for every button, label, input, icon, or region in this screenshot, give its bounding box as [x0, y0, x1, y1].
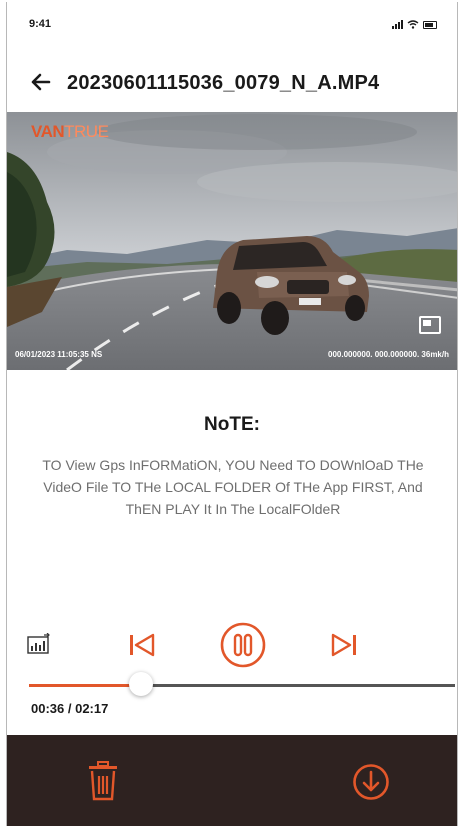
brand-logo-part1: VAN [31, 122, 65, 141]
header: 20230601115036_0079_N_A.MP4 [7, 64, 457, 104]
video-gps-speed-overlay: 000.000000. 000.000000. 36mk/h [328, 350, 449, 359]
trash-icon[interactable] [87, 761, 119, 801]
stats-chart-icon[interactable] [27, 633, 51, 655]
note-title: NoTE: [204, 414, 260, 435]
battery-icon [423, 21, 437, 29]
progress-bar[interactable] [29, 672, 455, 696]
progress-bar-fill [29, 684, 142, 687]
skip-next-icon[interactable] [329, 632, 359, 658]
wifi-icon [407, 20, 419, 29]
status-bar: 9:41 [7, 2, 457, 42]
progress-bar-thumb[interactable] [129, 672, 154, 696]
brand-logo: VANTRUE [31, 122, 109, 142]
download-icon[interactable] [352, 763, 390, 801]
skip-previous-icon[interactable] [127, 632, 157, 658]
playback-time: 00:36 / 02:17 [31, 701, 109, 716]
pause-icon[interactable] [219, 621, 267, 669]
signal-icon [392, 20, 403, 29]
video-frame [7, 112, 457, 370]
picture-in-picture-icon[interactable] [419, 316, 441, 334]
note-body: TO View Gps InFORMatiON, YOU Need TO DOW… [42, 457, 424, 517]
status-time: 9:41 [29, 18, 52, 30]
page-title: 20230601115036_0079_N_A.MP4 [67, 72, 380, 94]
brand-logo-part2: TRUE [64, 122, 109, 141]
video-timestamp-overlay: 06/01/2023 11:05:35 NS [15, 350, 103, 359]
app-screen: 9:41 20230601115036_0079_N_A.MP4 VANTRUE… [6, 2, 458, 826]
bottom-action-bar [7, 735, 457, 826]
status-icons [392, 20, 437, 29]
video-player[interactable] [7, 112, 457, 370]
arrow-left-icon[interactable] [27, 68, 55, 96]
